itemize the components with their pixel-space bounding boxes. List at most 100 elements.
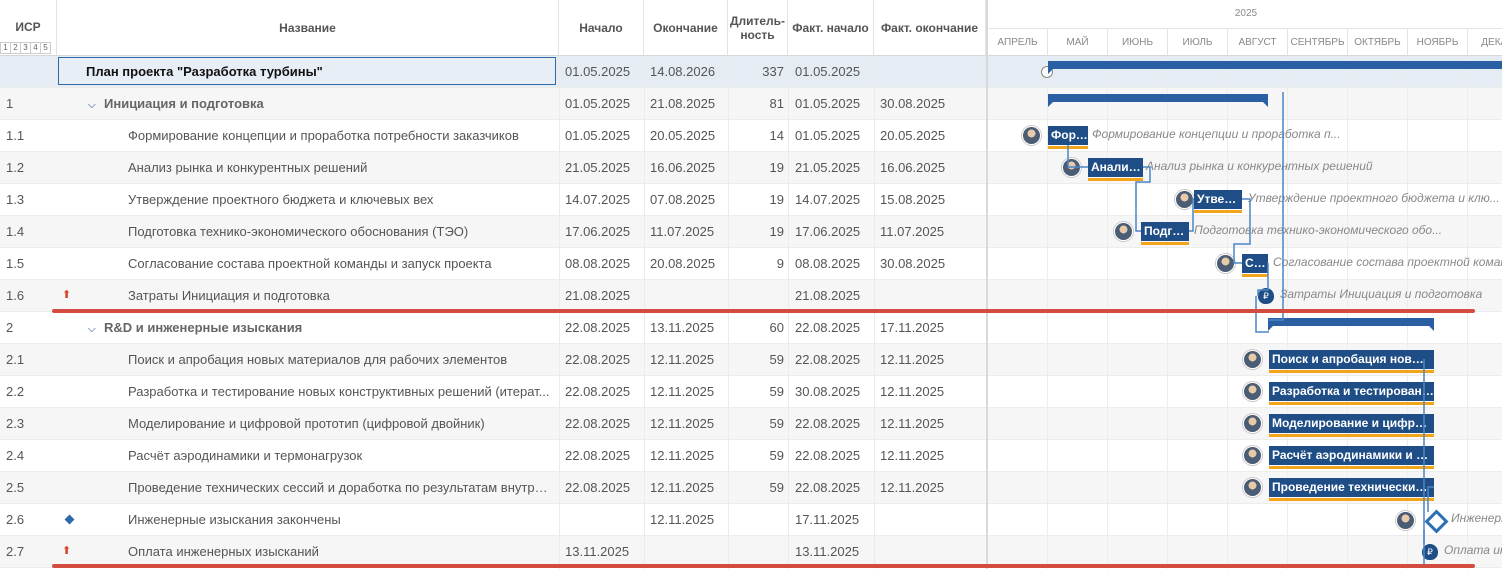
fact-start-cell: 22.08.2025 bbox=[795, 480, 861, 495]
duration-cell bbox=[730, 536, 784, 567]
wbs-cell: 1.5 bbox=[6, 256, 25, 271]
name-cell[interactable]: Утверждение проектного бюджета и ключевы… bbox=[58, 184, 552, 215]
fact-end-cell: 20.05.2025 bbox=[880, 128, 946, 143]
header-fact-start[interactable]: Факт. начало bbox=[788, 0, 874, 56]
duration-cell: 60 bbox=[769, 320, 784, 335]
table-row[interactable]: 1.2 Анализ рынка и конкурентных решений 21… bbox=[0, 152, 986, 184]
fact-end-cell: 30.08.2025 bbox=[880, 256, 946, 271]
fact-start-cell: 17.06.2025 bbox=[795, 224, 861, 239]
fact-end-cell bbox=[880, 280, 970, 311]
duration-cell: 59 bbox=[769, 480, 784, 495]
end-date-cell: 14.08.2026 bbox=[650, 64, 716, 79]
fact-start-cell: 21.05.2025 bbox=[795, 160, 861, 175]
dependency-link bbox=[1427, 486, 1434, 512]
name-cell[interactable]: План проекта "Разработка турбины" bbox=[58, 56, 552, 87]
task-name: Поиск и апробация новых материалов для р… bbox=[128, 352, 508, 367]
task-name: Подготовка технико-экономического обосно… bbox=[128, 224, 469, 239]
start-date-cell: 22.08.2025 bbox=[565, 384, 631, 399]
level-5-button[interactable]: 5 bbox=[40, 42, 51, 54]
duration-cell: 81 bbox=[769, 96, 784, 111]
fact-end-cell: 30.08.2025 bbox=[880, 96, 946, 111]
end-date-cell: 20.08.2025 bbox=[650, 256, 716, 271]
project-row[interactable]: План проекта "Разработка турбины" 01.05.2… bbox=[0, 56, 986, 88]
chevron-down-icon[interactable]: ⌵ bbox=[88, 314, 100, 343]
table-row[interactable]: 1.6 ⬆ Затраты Инициация и подготовка 21.08.… bbox=[0, 280, 986, 312]
wbs-cell: 1.2 bbox=[6, 160, 25, 175]
name-cell[interactable]: Моделирование и цифровой прототип (цифро… bbox=[58, 408, 552, 439]
task-name: Анализ рынка и конкурентных решений bbox=[128, 160, 368, 175]
level-selector: 1 2 3 4 5 bbox=[0, 42, 51, 54]
start-date-cell: 01.05.2025 bbox=[565, 96, 631, 111]
name-cell[interactable]: Инженерные изыскания закончены bbox=[58, 504, 552, 535]
end-date-cell: 13.11.2025 bbox=[650, 320, 715, 335]
highlight-line bbox=[52, 564, 1475, 568]
name-cell[interactable]: Согласование состава проектной команды и… bbox=[58, 248, 552, 279]
table-row[interactable]: 2.6 Инженерные изыскания закончены 12.11.2… bbox=[0, 504, 986, 536]
highlight-line bbox=[52, 309, 1475, 313]
fact-end-cell: 12.11.2025 bbox=[880, 352, 945, 367]
fact-start-cell: 13.11.2025 bbox=[795, 544, 860, 559]
table-row[interactable]: 1.1 Формирование концепции и проработка п… bbox=[0, 120, 986, 152]
end-date-cell bbox=[650, 536, 730, 567]
fact-start-cell: 21.08.2025 bbox=[795, 288, 861, 303]
header-end[interactable]: Окончание bbox=[644, 0, 728, 56]
table-row[interactable]: 2.2 Разработка и тестирование новых конст… bbox=[0, 376, 986, 408]
duration-cell: 59 bbox=[769, 384, 784, 399]
name-cell[interactable]: Поиск и апробация новых материалов для р… bbox=[58, 344, 552, 375]
start-date-cell: 01.05.2025 bbox=[565, 64, 631, 79]
fact-end-cell: 17.11.2025 bbox=[880, 320, 945, 335]
name-cell[interactable]: Формирование концепции и проработка потр… bbox=[58, 120, 552, 151]
name-cell[interactable]: ⌵ R&D и инженерные изыскания bbox=[58, 312, 552, 343]
name-cell[interactable]: Оплата инженерных изысканий bbox=[58, 536, 552, 567]
wbs-cell: 1.1 bbox=[6, 128, 25, 143]
table-row[interactable]: 2.4 Расчёт аэродинамики и термонагрузок 22… bbox=[0, 440, 986, 472]
duration-cell bbox=[730, 504, 784, 535]
task-name: Утверждение проектного бюджета и ключевы… bbox=[128, 192, 434, 207]
name-cell[interactable]: Затраты Инициация и подготовка bbox=[58, 280, 552, 311]
wbs-cell: 2.7 bbox=[6, 544, 25, 559]
table-row[interactable]: 2.1 Поиск и апробация новых материалов дл… bbox=[0, 344, 986, 376]
start-date-cell: 21.08.2025 bbox=[565, 288, 631, 303]
header-duration[interactable]: Длитель- ность bbox=[728, 0, 788, 56]
task-name: План проекта "Разработка турбины" bbox=[86, 64, 323, 79]
duration-cell: 337 bbox=[762, 64, 784, 79]
start-date-cell: 22.08.2025 bbox=[565, 416, 631, 431]
end-date-cell: 07.08.2025 bbox=[650, 192, 716, 207]
fact-end-cell bbox=[880, 504, 970, 535]
duration-cell: 9 bbox=[776, 256, 784, 271]
chevron-down-icon[interactable]: ⌵ bbox=[88, 90, 100, 119]
name-cell[interactable]: ⌵ Инициация и подготовка bbox=[58, 88, 552, 119]
name-cell[interactable]: Расчёт аэродинамики и термонагрузок bbox=[58, 440, 552, 471]
fact-end-cell bbox=[880, 536, 970, 567]
fact-start-cell: 30.08.2025 bbox=[795, 384, 861, 399]
table-row[interactable]: 2.5 Проведение технических сессий и дораб… bbox=[0, 472, 986, 504]
task-name: Формирование концепции и проработка потр… bbox=[128, 128, 519, 143]
name-cell[interactable]: Проведение технических сессий и доработк… bbox=[58, 472, 552, 503]
fact-start-cell: 01.05.2025 bbox=[795, 64, 861, 79]
task-grid: ИСР 1 2 3 4 5 Название Начало Окончание … bbox=[0, 0, 986, 569]
task-name: Затраты Инициация и подготовка bbox=[128, 288, 330, 303]
end-date-cell: 11.07.2025 bbox=[650, 224, 715, 239]
name-cell[interactable]: Анализ рынка и конкурентных решений bbox=[58, 152, 552, 183]
name-cell[interactable]: Подготовка технико-экономического обосно… bbox=[58, 216, 552, 247]
fact-start-cell: 22.08.2025 bbox=[795, 320, 861, 335]
duration-cell bbox=[730, 280, 784, 311]
header-duration-label: Длитель- ность bbox=[729, 13, 786, 42]
summary-row[interactable]: 1 ⌵ Инициация и подготовка 01.05.2025 21.08.… bbox=[0, 88, 986, 120]
table-row[interactable]: 1.4 Подготовка технико-экономического обо… bbox=[0, 216, 986, 248]
table-row[interactable]: 1.3 Утверждение проектного бюджета и ключ… bbox=[0, 184, 986, 216]
summary-row[interactable]: 2 ⌵ R&D и инженерные изыскания 22.08.2025 13… bbox=[0, 312, 986, 344]
table-row[interactable]: 2.3 Моделирование и цифровой прототип (ци… bbox=[0, 408, 986, 440]
fact-end-cell: 12.11.2025 bbox=[880, 480, 945, 495]
header-name[interactable]: Название bbox=[57, 0, 559, 56]
start-date-cell: 08.08.2025 bbox=[565, 256, 631, 271]
end-date-cell: 12.11.2025 bbox=[650, 448, 715, 463]
wbs-cell: 2.6 bbox=[6, 512, 25, 527]
start-date-cell: 22.08.2025 bbox=[565, 480, 631, 495]
header-start[interactable]: Начало bbox=[559, 0, 644, 56]
dependency-link bbox=[1135, 166, 1151, 232]
table-row[interactable]: 1.5 Согласование состава проектной команд… bbox=[0, 248, 986, 280]
header-fact-end[interactable]: Факт. окончание bbox=[874, 0, 986, 56]
name-cell[interactable]: Разработка и тестирование новых конструк… bbox=[58, 376, 552, 407]
dependency-link bbox=[1257, 263, 1269, 296]
